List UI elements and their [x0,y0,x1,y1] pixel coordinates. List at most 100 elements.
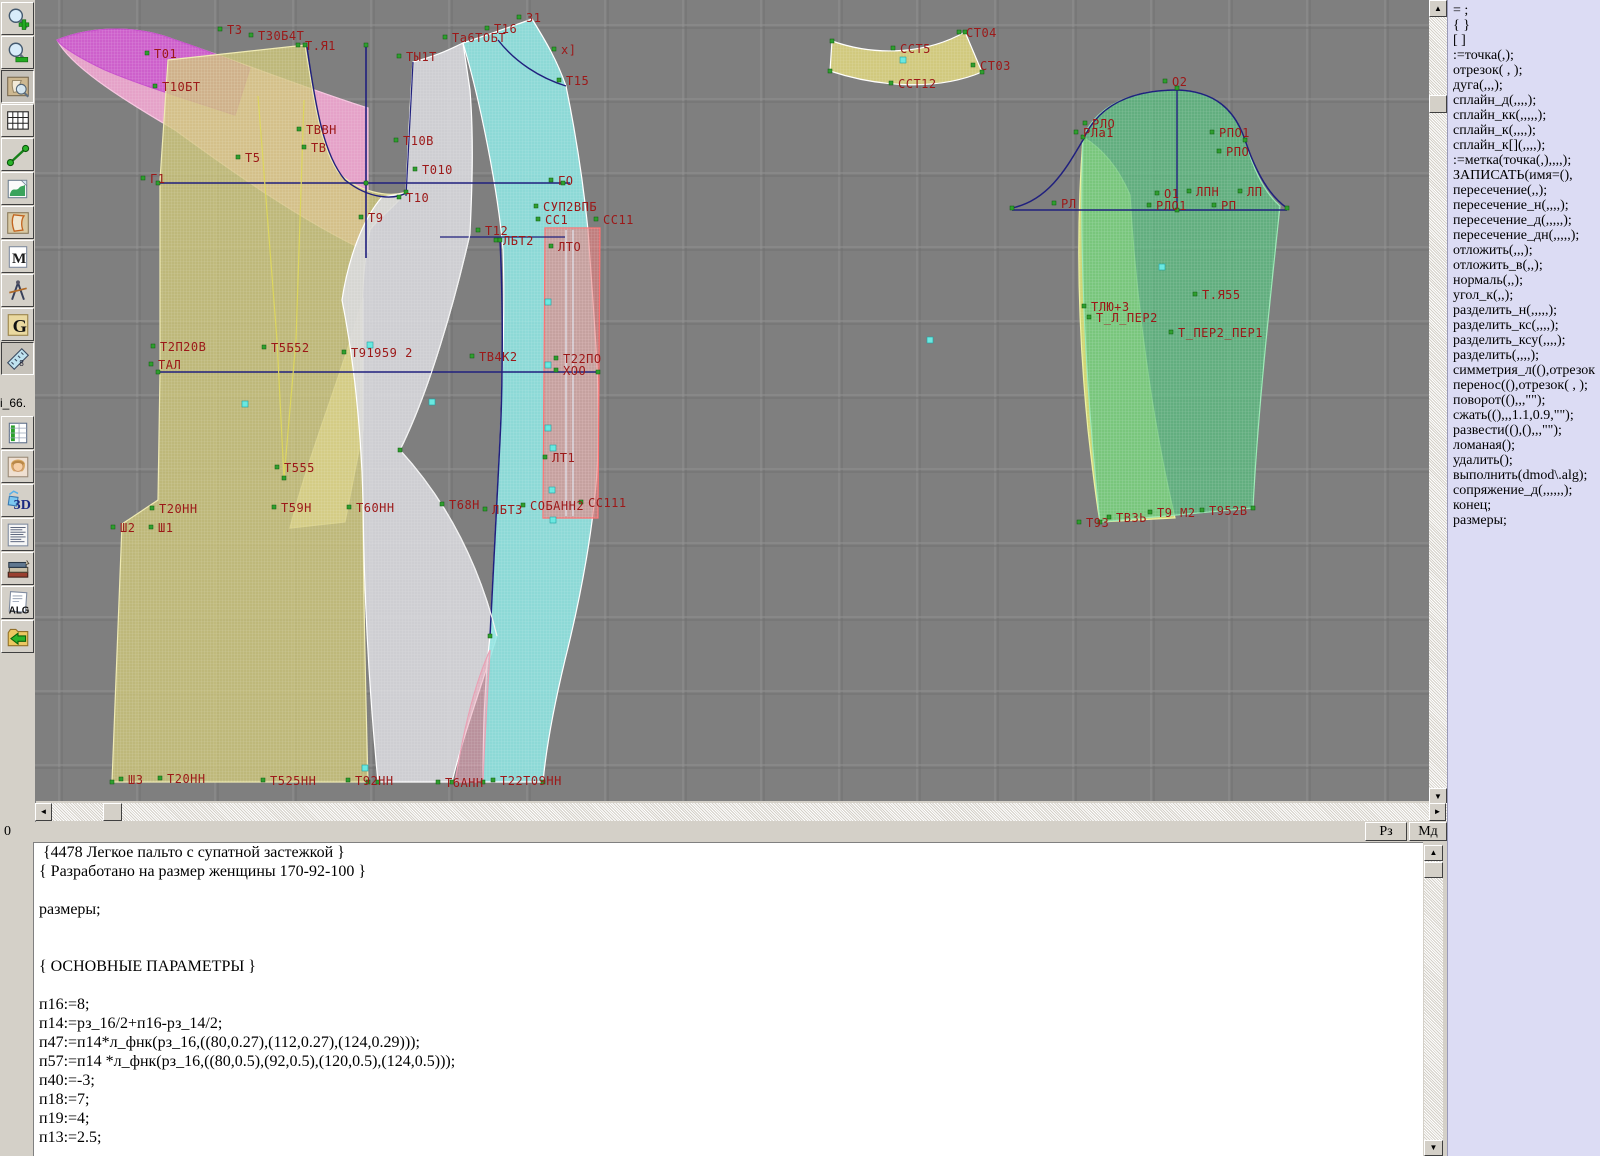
portrait-icon [5,454,31,480]
drafting-icon [5,278,31,304]
command-item[interactable]: пересечение(,,); [1453,183,1600,198]
segment-icon [5,142,31,168]
command-item[interactable]: конец; [1453,498,1600,513]
command-item[interactable]: пересечение_дн(,,,,,); [1453,228,1600,243]
command-item[interactable]: разделить(,,,,); [1453,348,1600,363]
toolbar-threed-button[interactable]: 3D [1,484,34,517]
command-item[interactable]: размеры; [1453,513,1600,528]
toolbar-ruler-button[interactable]: 8 [1,342,34,375]
svg-text:СС111: СС111 [588,496,627,510]
toolbar-preview-button[interactable] [1,70,34,103]
command-item[interactable]: поворот((),,,""); [1453,393,1600,408]
pattern-drawing-canvas[interactable]: Т3Т30Б4ТТ.Я1Т01Т10БТТВВНТВТ5Г1Т9Т10ВТ010… [35,0,1429,801]
command-item[interactable]: сплайн_к(,,,,); [1453,123,1600,138]
toolbar-algdoc-button[interactable]: ALG [1,586,34,619]
command-item[interactable]: разделить_ксу(,,,,); [1453,333,1600,348]
zoom-out-icon [5,40,31,66]
svg-text:О2: О2 [1172,75,1187,89]
svg-text:Т010: Т010 [422,163,453,177]
command-item[interactable]: сплайн_к[](,,,,); [1453,138,1600,153]
rz-mode-button[interactable]: Рз [1365,822,1407,841]
command-item[interactable]: перенос((),отрезок( , ); [1453,378,1600,393]
svg-text:ALG: ALG [8,605,29,616]
svg-text:ССТ5: ССТ5 [900,42,931,56]
left-toolbar: MG83DALGi_66. [0,0,36,1156]
svg-text:ЛПН: ЛПН [1196,185,1219,199]
scroll-left-button[interactable]: ◄ [35,803,52,821]
command-item[interactable]: угол_к(,,); [1453,288,1600,303]
arrow-down-icon: ▼ [1434,793,1442,801]
vertical-scroll-thumb[interactable] [1429,95,1447,113]
command-item[interactable]: пересечение_н(,,,,); [1453,198,1600,213]
toolbar-segment-button[interactable] [1,138,34,171]
toolbar-mdoc-button[interactable]: M [1,240,34,273]
toolbar-portrait-button[interactable] [1,450,34,483]
command-item[interactable]: сжать((),,,1.1,0.9,""); [1453,408,1600,423]
toolbar-table-button[interactable] [1,416,34,449]
toolbar-zoom-in-button[interactable] [1,2,34,35]
command-item[interactable]: :=точка(,); [1453,48,1600,63]
command-item[interactable]: сопряжение_д(,,,,,,); [1453,483,1600,498]
command-item[interactable]: сплайн_д(,,,,); [1453,93,1600,108]
scroll-down-button[interactable]: ▼ [1424,1140,1443,1156]
toolbar-drafting-button[interactable] [1,274,34,307]
canvas-horizontal-scrollbar[interactable]: ◄ ► [35,803,1447,821]
code-line: {4478 Легкое пальто с супатной застежкой… [34,843,1423,862]
toolbar-books-button[interactable] [1,552,34,585]
command-list: = ;{ }[ ]:=точка(,);отрезок( , );дуга(,,… [1448,0,1600,528]
svg-text:ТВ4К2: ТВ4К2 [479,350,518,364]
command-item[interactable]: удалить(); [1453,453,1600,468]
toolbar-grid-button[interactable] [1,104,34,137]
scroll-right-button[interactable]: ► [1429,803,1446,821]
svg-text:Ш2: Ш2 [120,521,135,535]
svg-text:РП: РП [1221,199,1236,213]
toolbar-exit-button[interactable] [1,620,34,653]
scroll-up-button[interactable]: ▲ [1429,0,1447,17]
algorithm-editor[interactable]: {4478 Легкое пальто с супатной застежкой… [33,842,1423,1156]
command-item[interactable]: нормаль(,,); [1453,273,1600,288]
command-item[interactable]: = ; [1453,3,1600,18]
svg-text:Г1: Г1 [150,172,165,186]
svg-text:M: M [12,249,26,266]
command-item[interactable]: отрезок( , ); [1453,63,1600,78]
toolbar-gdoc-button[interactable]: G [1,308,34,341]
svg-text:Т3: Т3 [227,23,242,37]
svg-text:Т60НН: Т60НН [356,501,395,515]
command-item[interactable]: ломаная(); [1453,438,1600,453]
command-item[interactable]: ЗАПИСАТЬ(имя=(), [1453,168,1600,183]
svg-text:ТАЛ: ТАЛ [158,358,181,372]
code-line [34,881,1423,900]
cad-application-window: MG83DALGi_66. Т3Т30Б4ТТ.Я1Т01Т10БТТВВНТВ… [0,0,1600,1156]
command-item[interactable]: отложить_в(,,); [1453,258,1600,273]
command-item[interactable]: пересечение_д(,,,,,); [1453,213,1600,228]
toolbar-zoom-out-button[interactable] [1,36,34,69]
arrow-left-icon: ◄ [40,808,48,816]
command-item[interactable]: сплайн_кк(,,,,,); [1453,108,1600,123]
toolbar-image-button[interactable] [1,172,34,205]
command-item[interactable]: дуга(,,,); [1453,78,1600,93]
command-item[interactable]: :=метка(точка(,),,,,); [1453,153,1600,168]
code-line [34,976,1423,995]
svg-text:Т01: Т01 [154,47,177,61]
command-item[interactable]: [ ] [1453,33,1600,48]
editor-vertical-scrollbar[interactable]: ▲ ▼ [1424,845,1443,1156]
md-mode-button[interactable]: Мд [1409,822,1447,841]
canvas-vertical-scrollbar[interactable]: ▲ ▼ [1429,0,1447,805]
svg-text:ЛТ1: ЛТ1 [552,451,575,465]
editor-scroll-thumb[interactable] [1424,862,1443,878]
code-line [34,938,1423,957]
command-item[interactable]: { } [1453,18,1600,33]
command-item[interactable]: симметрия_л((),отрезок [1453,363,1600,378]
svg-text:СС11: СС11 [603,213,634,227]
horizontal-scroll-thumb[interactable] [103,803,122,821]
command-item[interactable]: разделить_кс(,,,,); [1453,318,1600,333]
command-item[interactable]: разделить_н(,,,,,); [1453,303,1600,318]
toolbar-textlist-button[interactable] [1,518,34,551]
svg-text:Ш1: Ш1 [158,521,173,535]
command-item[interactable]: выполнить(dmod\.alg); [1453,468,1600,483]
scroll-up-button[interactable]: ▲ [1424,845,1443,861]
toolbar-piece-button[interactable] [1,206,34,239]
gdoc-icon: G [5,312,31,338]
command-item[interactable]: отложить(,,,); [1453,243,1600,258]
command-item[interactable]: развести((),(),,,""); [1453,423,1600,438]
